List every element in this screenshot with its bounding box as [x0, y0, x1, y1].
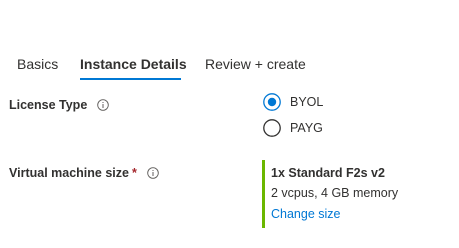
radio-selected-icon[interactable]	[263, 93, 281, 111]
radio-payg[interactable]: PAYG	[263, 119, 323, 137]
radio-byol-label: BYOL	[290, 95, 324, 109]
radio-byol[interactable]: BYOL	[263, 93, 323, 111]
vm-size-label-row: Virtual machine size *	[9, 166, 159, 180]
required-marker: *	[131, 166, 137, 180]
tab-basics[interactable]: Basics	[17, 55, 58, 73]
license-type-label: License Type	[9, 98, 88, 112]
license-type-label-row: License Type	[9, 98, 110, 112]
page: Basics Instance Details Review + create …	[0, 0, 459, 248]
info-icon[interactable]	[147, 167, 159, 179]
vm-size-spec: 2 vcpus, 4 GB memory	[271, 186, 399, 200]
vm-size-label: Virtual machine size	[9, 166, 129, 180]
radio-payg-label: PAYG	[290, 121, 323, 135]
radio-unselected-icon[interactable]	[263, 119, 281, 137]
tab-instance-details[interactable]: Instance Details	[80, 55, 187, 73]
vm-size-selection-bar	[262, 160, 265, 228]
tab-review-create[interactable]: Review + create	[205, 55, 306, 73]
active-tab-indicator	[80, 78, 181, 80]
info-icon[interactable]	[97, 99, 110, 111]
change-size-link[interactable]: Change size	[271, 207, 341, 221]
vm-size-name: 1x Standard F2s v2	[271, 166, 385, 180]
